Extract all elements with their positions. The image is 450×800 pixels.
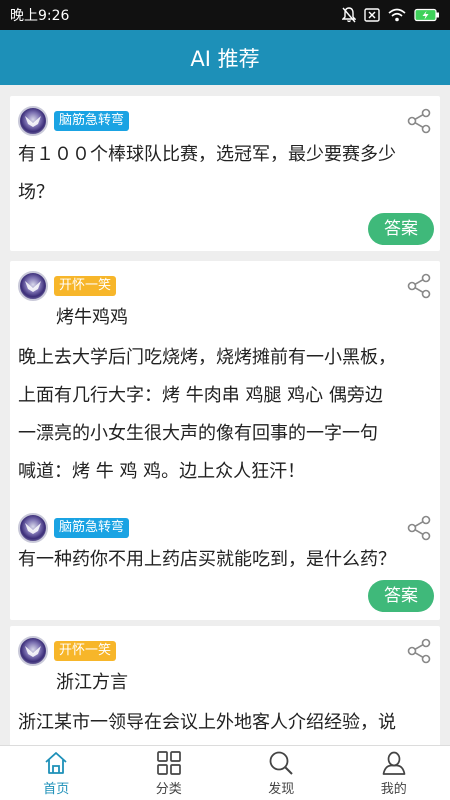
logo-icon [25, 116, 41, 127]
card-line: 晚上去大学后门吃烧烤，烧烤摊前有一小黑板， [18, 347, 396, 368]
feed-card[interactable]: 脑筋急转弯 有１００个棒球队比赛，选冠军，最少要赛多少 场？ 答案 [10, 96, 440, 251]
logo-icon [25, 281, 41, 292]
status-bar: 晚上9:26 [0, 0, 450, 30]
status-icons [342, 7, 440, 23]
tab-home[interactable]: 首页 [0, 746, 113, 800]
avatar [18, 513, 48, 543]
share-icon[interactable] [406, 638, 432, 664]
tab-label: 分类 [155, 781, 182, 797]
feed-card[interactable]: 开怀一笑 浙江方言 浙江某市一领导在会议上外地客人介绍经验，说 [10, 626, 440, 745]
card-line: 喊道：烤 牛 鸡 鸡。边上众人狂汗！ [18, 461, 306, 482]
answer-button[interactable]: 答案 [368, 213, 434, 245]
notifications-off-icon [342, 7, 356, 23]
answer-button[interactable]: 答案 [368, 580, 434, 612]
logo-icon [25, 646, 41, 657]
card-line: 浙江某市一领导在会议上外地客人介绍经验，说 [18, 712, 396, 733]
share-icon[interactable] [406, 108, 432, 134]
tab-profile[interactable]: 我的 [338, 746, 450, 800]
app-header: AI 推荐 [0, 30, 450, 85]
avatar [18, 271, 48, 301]
card-title: 浙江方言 [56, 672, 128, 693]
tag-badge: 开怀一笑 [54, 641, 117, 661]
avatar [18, 106, 48, 136]
tag-badge: 开怀一笑 [54, 276, 117, 296]
battery-charging-icon [414, 8, 439, 22]
status-time: 晚上9:26 [10, 8, 70, 24]
card-line: 一漂亮的小女生很大声的像有回事的一字一句 [18, 423, 378, 444]
avatar [18, 636, 48, 666]
card-content: 晚上去大学后门吃烧烤，烧烤摊前有一小黑板， 上面有几行大字：烤 牛肉串 鸡腿 鸡… [18, 339, 428, 491]
bottom-tab-bar: 首页 分类 发现 我的 [0, 745, 450, 800]
feed[interactable]: 脑筋急转弯 有１００个棒球队比赛，选冠军，最少要赛多少 场？ 答案 开怀一笑 烤… [0, 85, 450, 745]
home-icon [45, 751, 67, 774]
card-line: 上面有几行大字：烤 牛肉串 鸡腿 鸡心 偶旁边 [18, 385, 383, 406]
page-title: AI 推荐 [190, 46, 260, 71]
card-line: 有１００个棒球队比赛，选冠军，最少要赛多少 [18, 144, 396, 165]
grid-icon [156, 750, 181, 775]
logo-icon [25, 523, 41, 534]
search-icon [269, 751, 293, 775]
tab-category[interactable]: 分类 [113, 746, 226, 800]
card-line: 有一种药你不用上药店买就能吃到，是什么药？ [18, 549, 396, 570]
tag-badge: 脑筋急转弯 [54, 111, 130, 131]
tag-badge: 脑筋急转弯 [54, 518, 130, 538]
share-icon[interactable] [406, 515, 432, 541]
tab-discover[interactable]: 发现 [225, 746, 338, 800]
card-title: 烤牛鸡鸡 [56, 307, 128, 328]
feed-card[interactable]: 脑筋急转弯 有一种药你不用上药店买就能吃到，是什么药？ 答案 [10, 503, 440, 620]
wifi-icon [388, 8, 406, 22]
tab-label: 首页 [43, 781, 70, 797]
card-content: 浙江某市一领导在会议上外地客人介绍经验，说 [18, 704, 428, 742]
tab-label: 发现 [268, 781, 295, 797]
card-content: 有１００个棒球队比赛，选冠军，最少要赛多少 场？ [18, 136, 428, 212]
card-line: 场？ [18, 182, 54, 203]
share-icon[interactable] [406, 273, 432, 299]
sim-off-icon [364, 8, 380, 22]
card-content: 有一种药你不用上药店买就能吃到，是什么药？ [18, 541, 428, 579]
user-icon [382, 751, 406, 775]
tab-label: 我的 [380, 781, 407, 797]
